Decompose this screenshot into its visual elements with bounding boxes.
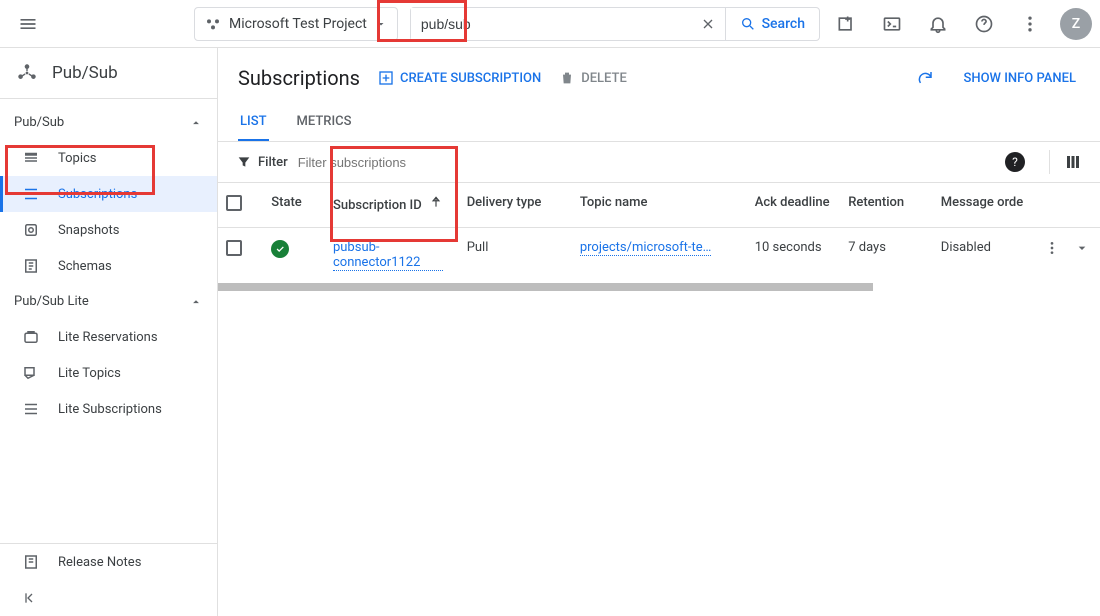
notifications-icon[interactable] <box>918 4 958 44</box>
cell-message-ordering: Disabled <box>933 228 1036 284</box>
create-shortcut-icon[interactable] <box>826 4 866 44</box>
plus-icon <box>378 70 394 86</box>
sidebar-item-lite-reservations[interactable]: Lite Reservations <box>0 319 217 355</box>
delete-button[interactable]: DELETE <box>559 70 627 86</box>
topic-link[interactable]: projects/microsoft-te… <box>580 240 712 256</box>
sidebar-section-pubsub-lite[interactable]: Pub/Sub Lite <box>0 284 217 319</box>
more-icon[interactable] <box>1010 4 1050 44</box>
product-title: Pub/Sub <box>0 48 217 99</box>
search-button-label: Search <box>762 16 805 32</box>
search-icon <box>740 16 756 32</box>
subscription-link[interactable]: pubsub-connector1122 <box>333 240 443 271</box>
sidebar-item-label: Schemas <box>58 259 112 274</box>
refresh-icon <box>916 69 934 87</box>
sidebar-collapse-button[interactable] <box>0 580 217 616</box>
sidebar-item-schemas[interactable]: Schemas <box>0 248 217 284</box>
col-subscription-id[interactable]: Subscription ID <box>325 183 459 228</box>
col-state[interactable]: State <box>263 183 325 228</box>
sidebar-item-label: Subscriptions <box>58 187 137 202</box>
refresh-button[interactable] <box>909 62 941 94</box>
sidebar-section-label: Pub/Sub Lite <box>14 294 89 309</box>
pubsub-icon <box>16 62 38 84</box>
cell-retention: 7 days <box>840 228 933 284</box>
col-subscription-id-label: Subscription ID <box>333 198 422 213</box>
filter-label-text: Filter <box>258 155 288 170</box>
search-box: Search <box>410 7 820 41</box>
sidebar-section-label: Pub/Sub <box>14 115 64 130</box>
filter-label: Filter <box>236 154 288 170</box>
sidebar-item-label: Topics <box>58 151 97 166</box>
cell-delivery-type: Pull <box>459 228 572 284</box>
select-all-checkbox[interactable] <box>226 195 242 211</box>
sidebar-item-topics[interactable]: Topics <box>0 140 217 176</box>
col-retention[interactable]: Retention <box>840 183 933 228</box>
avatar-letter: Z <box>1072 16 1080 32</box>
search-input[interactable] <box>411 8 691 40</box>
sidebar-item-lite-subscriptions[interactable]: Lite Subscriptions <box>0 391 217 427</box>
sidebar-item-lite-topics[interactable]: Lite Topics <box>0 355 217 391</box>
horizontal-scrollbar[interactable] <box>218 283 873 291</box>
tab-metrics[interactable]: METRICS <box>295 104 354 141</box>
show-info-panel-button[interactable]: SHOW INFO PANEL <box>959 71 1080 86</box>
sidebar-section-pubsub[interactable]: Pub/Sub <box>0 105 217 140</box>
cloud-shell-icon[interactable] <box>872 4 912 44</box>
avatar[interactable]: Z <box>1060 8 1092 40</box>
delete-label: DELETE <box>581 71 627 86</box>
sidebar-item-label: Lite Reservations <box>58 330 158 345</box>
cell-ack-deadline: 10 seconds <box>747 228 840 284</box>
sidebar-item-snapshots[interactable]: Snapshots <box>0 212 217 248</box>
row-checkbox[interactable] <box>226 240 242 256</box>
sidebar-item-label: Release Notes <box>58 555 141 570</box>
sidebar: Pub/Sub Pub/Sub Topics Subscriptions Sna… <box>0 48 218 616</box>
status-active-icon <box>271 240 289 258</box>
top-bar: Microsoft Test Project Search Z <box>0 0 1100 48</box>
chevron-down-icon <box>375 18 387 30</box>
subscriptions-table: State Subscription ID Delivery type Topi… <box>218 183 1100 283</box>
filter-icon <box>236 154 252 170</box>
table-row: pubsub-connector1122 Pull projects/micro… <box>218 228 1100 284</box>
columns-button[interactable] <box>1049 150 1082 174</box>
project-icon <box>205 16 221 32</box>
main-content: Subscriptions CREATE SUBSCRIPTION DELETE… <box>218 48 1100 616</box>
col-delivery-type[interactable]: Delivery type <box>459 183 572 228</box>
sidebar-item-label: Lite Subscriptions <box>58 402 162 417</box>
row-expand-icon[interactable] <box>1074 240 1090 256</box>
sidebar-item-label: Snapshots <box>58 223 120 238</box>
sidebar-release-notes[interactable]: Release Notes <box>0 544 217 580</box>
col-message-ordering[interactable]: Message orde <box>933 183 1036 228</box>
sort-asc-icon <box>429 195 443 209</box>
project-name: Microsoft Test Project <box>229 16 367 32</box>
search-clear-icon[interactable] <box>691 8 725 40</box>
col-topic-name[interactable]: Topic name <box>572 183 747 228</box>
search-button[interactable]: Search <box>725 8 819 40</box>
sidebar-item-label: Lite Topics <box>58 366 121 381</box>
sidebar-item-subscriptions[interactable]: Subscriptions <box>0 176 217 212</box>
help-icon[interactable] <box>964 4 1004 44</box>
page-title: Subscriptions <box>238 66 360 90</box>
chevron-up-icon <box>189 116 203 130</box>
product-title-label: Pub/Sub <box>52 63 118 83</box>
create-subscription-label: CREATE SUBSCRIPTION <box>400 71 541 86</box>
row-more-icon[interactable] <box>1044 240 1060 256</box>
create-subscription-button[interactable]: CREATE SUBSCRIPTION <box>378 70 541 86</box>
columns-icon <box>1064 153 1082 171</box>
hamburger-menu-icon[interactable] <box>8 4 48 44</box>
chevron-left-icon <box>22 590 38 606</box>
trash-icon <box>559 70 575 86</box>
project-picker[interactable]: Microsoft Test Project <box>194 7 398 41</box>
filter-input[interactable] <box>298 155 995 170</box>
chevron-up-icon <box>189 295 203 309</box>
tab-list[interactable]: LIST <box>238 104 269 141</box>
col-ack-deadline[interactable]: Ack deadline <box>747 183 840 228</box>
filter-help-icon[interactable]: ? <box>1005 152 1025 172</box>
